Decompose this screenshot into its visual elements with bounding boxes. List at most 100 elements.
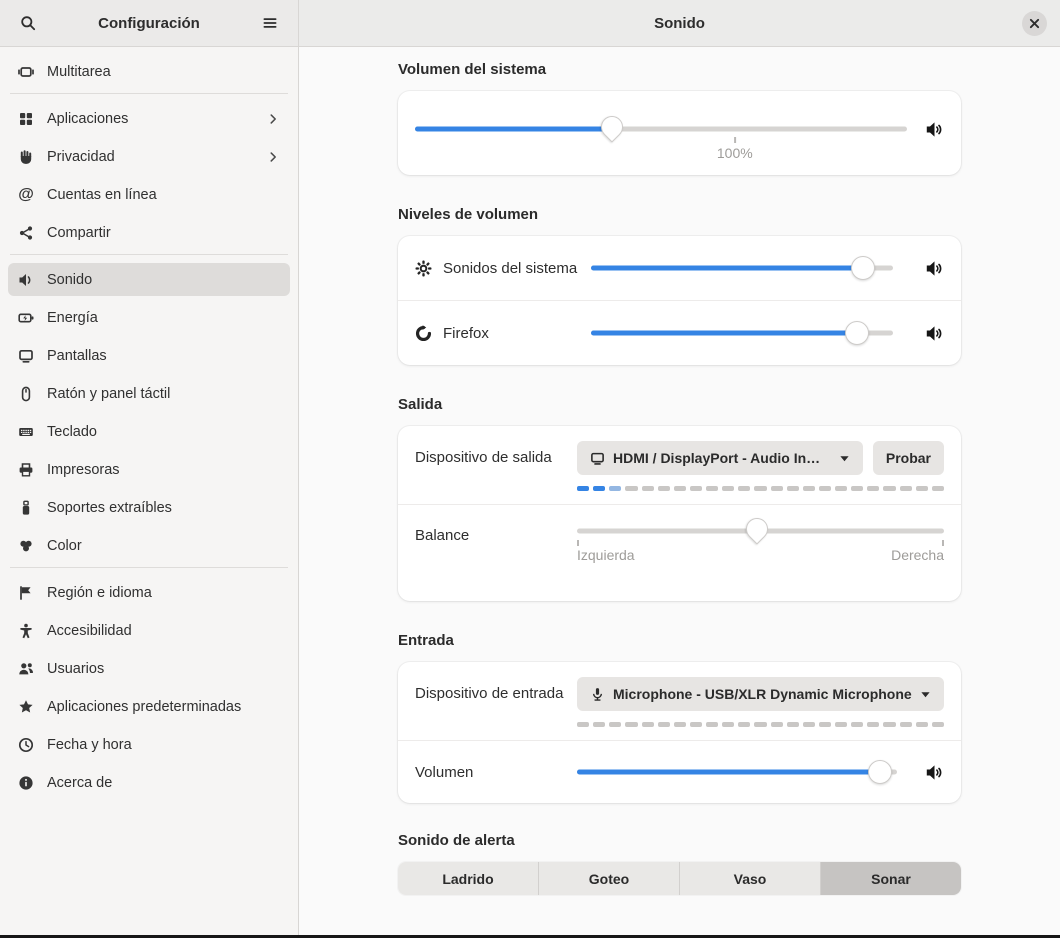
slider-handle[interactable] xyxy=(845,321,869,345)
share-icon xyxy=(18,225,34,241)
slider-handle[interactable] xyxy=(741,513,772,544)
sidebar-item-label: Pantallas xyxy=(47,348,107,364)
users-icon xyxy=(18,661,34,677)
at-sign-icon: @ xyxy=(18,187,34,203)
sidebar-item-color[interactable]: Color xyxy=(8,529,290,562)
system-volume-slider[interactable]: 100% xyxy=(415,117,907,163)
flag-icon xyxy=(18,585,34,601)
display-icon xyxy=(590,451,605,466)
test-speakers-button[interactable]: Probar xyxy=(873,441,944,475)
section-title-system-volume: Volumen del sistema xyxy=(398,61,961,78)
balance-slider[interactable] xyxy=(577,519,944,543)
section-title-volume-levels: Niveles de volumen xyxy=(398,206,961,223)
sidebar-item-privacidad[interactable]: Privacidad xyxy=(8,140,290,173)
sidebar-item-usuarios[interactable]: Usuarios xyxy=(8,652,290,685)
search-icon[interactable] xyxy=(12,7,44,39)
sidebar-item-pantallas[interactable]: Pantallas xyxy=(8,339,290,372)
speaker-icon[interactable] xyxy=(924,256,944,280)
multitasking-icon xyxy=(18,64,34,80)
keyboard-icon xyxy=(18,424,34,440)
sidebar-item-aplicaciones[interactable]: Aplicaciones xyxy=(8,102,290,135)
sidebar-item-soportes[interactable]: Soportes extraíbles xyxy=(8,491,290,524)
app-volume-slider[interactable] xyxy=(591,321,893,345)
alert-option-ladrido[interactable]: Ladrido xyxy=(398,862,538,895)
volume-100-marker: 100% xyxy=(717,137,753,163)
main-pane: Sonido Volumen del sistema 100% xyxy=(299,0,1060,938)
sidebar-item-cuentas[interactable]: @ Cuentas en línea xyxy=(8,178,290,211)
output-card: Dispositivo de salida HDMI / DisplayPort… xyxy=(398,426,961,601)
output-device-value: HDMI / DisplayPort - Audio In… xyxy=(613,450,820,466)
printer-icon xyxy=(18,462,34,478)
input-volume-row: Volumen xyxy=(398,741,961,803)
sidebar-item-compartir[interactable]: Compartir xyxy=(8,216,290,249)
input-device-dropdown[interactable]: Microphone - USB/XLR Dynamic Microphone xyxy=(577,677,944,711)
sidebar: Configuración Multitarea Aplicaciones Pr… xyxy=(0,0,299,938)
hand-icon xyxy=(18,149,34,165)
input-level-meter xyxy=(577,722,944,727)
input-volume-label: Volumen xyxy=(415,764,577,781)
balance-left-tick xyxy=(577,540,579,546)
sidebar-item-accesibilidad[interactable]: Accesibilidad xyxy=(8,614,290,647)
sidebar-item-label: Color xyxy=(47,538,82,554)
sidebar-item-energia[interactable]: Energía xyxy=(8,301,290,334)
output-device-dropdown[interactable]: HDMI / DisplayPort - Audio In… xyxy=(577,441,863,475)
usb-stick-icon xyxy=(18,500,34,516)
sidebar-item-label: Aplicaciones predeterminadas xyxy=(47,699,241,715)
alert-option-vaso[interactable]: Vaso xyxy=(679,862,820,895)
app-volume-row-system-sounds: Sonidos del sistema xyxy=(398,236,961,300)
balance-right-tick xyxy=(942,540,944,546)
sidebar-item-impresoras[interactable]: Impresoras xyxy=(8,453,290,486)
main-headerbar: Sonido xyxy=(299,0,1060,47)
alert-option-sonar[interactable]: Sonar xyxy=(820,862,961,895)
sidebar-item-region[interactable]: Región e idioma xyxy=(8,576,290,609)
sidebar-item-teclado[interactable]: Teclado xyxy=(8,415,290,448)
sidebar-item-predeterminadas[interactable]: Aplicaciones predeterminadas xyxy=(8,690,290,723)
sidebar-item-label: Accesibilidad xyxy=(47,623,132,639)
microphone-icon xyxy=(590,687,605,702)
sidebar-item-label: Ratón y panel táctil xyxy=(47,386,170,402)
slider-handle[interactable] xyxy=(868,760,892,784)
sidebar-item-label: Sonido xyxy=(47,272,92,288)
battery-icon xyxy=(18,310,34,326)
alert-option-goteo[interactable]: Goteo xyxy=(538,862,679,895)
output-device-row: Dispositivo de salida HDMI / DisplayPort… xyxy=(398,426,961,504)
sidebar-item-raton[interactable]: Ratón y panel táctil xyxy=(8,377,290,410)
app-volume-row-firefox: Firefox xyxy=(398,301,961,365)
sidebar-item-label: Multitarea xyxy=(47,64,111,80)
slider-handle[interactable] xyxy=(596,111,627,142)
app-volume-label: Firefox xyxy=(443,325,591,342)
output-device-label: Dispositivo de salida xyxy=(415,441,577,466)
balance-left-label: Izquierda xyxy=(577,547,635,563)
marker-tick xyxy=(734,137,736,143)
chevron-down-icon xyxy=(920,689,931,700)
sidebar-item-label: Usuarios xyxy=(47,661,104,677)
slider-fill xyxy=(591,331,857,336)
sidebar-item-sonido[interactable]: Sonido xyxy=(8,263,290,296)
sidebar-list: Multitarea Aplicaciones Privacidad @ Cue… xyxy=(0,47,298,938)
slider-fill xyxy=(591,266,863,271)
speaker-icon[interactable] xyxy=(924,760,944,784)
speaker-icon[interactable] xyxy=(924,117,944,141)
sidebar-item-acerca[interactable]: Acerca de xyxy=(8,766,290,799)
close-icon[interactable] xyxy=(1022,11,1047,36)
sidebar-item-label: Aplicaciones xyxy=(47,111,128,127)
accessibility-icon xyxy=(18,623,34,639)
page-title: Sonido xyxy=(654,15,705,32)
sidebar-title: Configuración xyxy=(44,15,254,32)
hamburger-menu-icon[interactable] xyxy=(254,7,286,39)
sidebar-item-label: Energía xyxy=(47,310,98,326)
sidebar-item-multitarea[interactable]: Multitarea xyxy=(8,55,290,88)
input-card: Dispositivo de entrada Microphone - USB/… xyxy=(398,662,961,803)
star-icon xyxy=(18,699,34,715)
info-icon xyxy=(18,775,34,791)
sidebar-item-fecha[interactable]: Fecha y hora xyxy=(8,728,290,761)
slider-handle[interactable] xyxy=(851,256,875,280)
app-volume-slider[interactable] xyxy=(591,256,893,280)
balance-row: Balance Izquierda Derecha xyxy=(398,505,961,601)
speaker-icon[interactable] xyxy=(924,321,944,345)
sidebar-item-label: Soportes extraíbles xyxy=(47,500,172,516)
system-volume-row: 100% xyxy=(398,91,961,175)
input-device-value: Microphone - USB/XLR Dynamic Microphone xyxy=(613,686,912,702)
chevron-right-icon xyxy=(266,112,280,126)
input-volume-slider[interactable] xyxy=(577,760,897,784)
